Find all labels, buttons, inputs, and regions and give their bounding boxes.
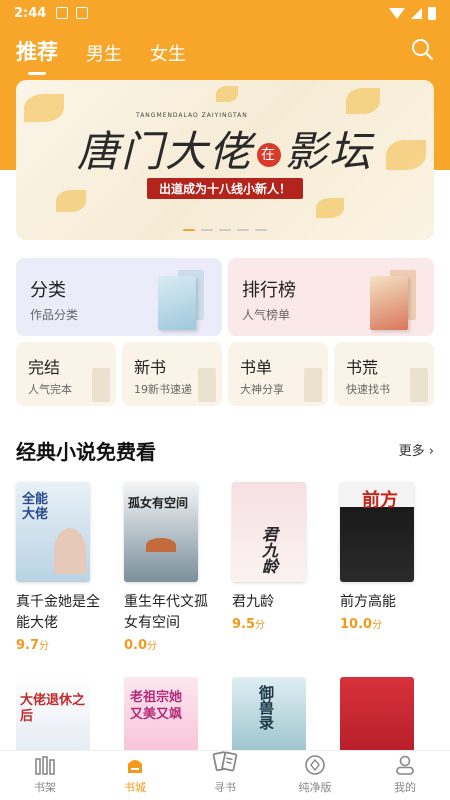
- new-books-card[interactable]: 新书 19新书速递: [122, 342, 222, 406]
- book-card[interactable]: 全能大佬 真千金她是全能大佬 9.7分: [16, 482, 100, 653]
- nav-find-book[interactable]: 寻书: [180, 751, 270, 800]
- top-tabs: 推荐 男生 女生: [16, 32, 186, 66]
- score-unit: 分: [255, 620, 266, 631]
- nav-label: 书城: [124, 781, 146, 794]
- book-cover[interactable]: 老祖宗她又美又飒: [124, 677, 198, 751]
- book-illustration: [158, 276, 196, 330]
- book-title: 重生年代文孤女有空间: [124, 594, 208, 631]
- book-cover[interactable]: 御兽录: [232, 677, 306, 751]
- nav-label: 书架: [34, 781, 56, 794]
- score-value: 10.0: [340, 617, 373, 632]
- ginkgo-leaf-decoration: [56, 190, 86, 212]
- more-label: 更多: [398, 444, 425, 459]
- book-shortage-card[interactable]: 书荒 快速找书: [334, 342, 434, 406]
- find-book-icon: [212, 751, 238, 772]
- finished-card[interactable]: 完结 人气完本: [16, 342, 116, 406]
- book-cover: 君九龄: [232, 482, 306, 582]
- card-decoration: [92, 368, 110, 402]
- book-title: 君九龄: [232, 594, 274, 610]
- profile-icon: [396, 755, 414, 775]
- book-card[interactable]: 君九龄 君九龄 9.5分: [232, 482, 308, 632]
- nav-bookstore[interactable]: 书城: [90, 751, 180, 800]
- nav-bookshelf[interactable]: 书架: [0, 751, 90, 800]
- search-icon[interactable]: [410, 37, 434, 61]
- cover-umbrella: [146, 538, 176, 552]
- tab-male[interactable]: 男生: [86, 40, 122, 66]
- banner-title-part2: 影坛: [285, 127, 374, 176]
- pagination-dot[interactable]: [219, 229, 231, 231]
- card-decoration: [410, 368, 428, 402]
- bookstore-icon: [128, 760, 142, 773]
- book-cover: 前方: [340, 482, 414, 582]
- book-score: 0.0分: [124, 637, 200, 653]
- pagination-dot[interactable]: [201, 229, 213, 231]
- book-card[interactable]: 前方 前方高能 10.0分: [340, 482, 416, 632]
- card-decoration: [304, 368, 322, 402]
- chevron-right-icon: ›: [428, 444, 434, 459]
- pagination-dot[interactable]: [237, 229, 249, 231]
- book-score: 10.0分: [340, 616, 416, 632]
- book-cover: 全能大佬: [16, 482, 90, 582]
- banner-title: 唐门大佬在影坛: [16, 118, 434, 179]
- banner-title-mark: 在: [257, 143, 281, 167]
- bottom-navigation: 书架 书城 寻书 纯净版 我的: [0, 750, 450, 800]
- booklist-card[interactable]: 书单 大神分享: [228, 342, 328, 406]
- nav-label: 纯净版: [298, 781, 332, 794]
- book-cover: 孤女有空间: [124, 482, 198, 582]
- battery-icon: [428, 6, 436, 20]
- cover-title: 前方: [362, 490, 398, 511]
- banner-pagination: [183, 229, 267, 231]
- banner-title-part1: 唐门大佬: [76, 127, 253, 176]
- book-title: 前方高能: [340, 594, 396, 610]
- banner-subtitle: 出道成为十八线小新人！: [146, 178, 304, 199]
- section-title: 经典小说免费看: [16, 440, 156, 464]
- book-card[interactable]: 孤女有空间 重生年代文孤女有空间 0.0分: [124, 482, 208, 653]
- nav-label: 我的: [394, 781, 416, 794]
- promo-banner[interactable]: TANGMENDALAO ZAIYINGTAN 唐门大佬在影坛 出道成为十八线小…: [16, 80, 434, 240]
- score-unit: 分: [39, 641, 50, 652]
- score-value: 9.5: [232, 617, 256, 632]
- cover-title: 老祖宗她又美又飒: [130, 690, 183, 722]
- tab-recommend[interactable]: 推荐: [16, 36, 58, 66]
- card-decoration: [198, 368, 216, 402]
- cover-title: 孤女有空间: [128, 496, 189, 510]
- ranking-card[interactable]: 排行榜 人气榜单: [228, 258, 434, 336]
- book-cover[interactable]: [340, 677, 414, 751]
- status-indicators: [389, 6, 436, 20]
- cover-title: 御兽录: [257, 685, 275, 730]
- score-value: 0.0: [124, 638, 148, 653]
- cover-title: 大佬退休之后: [20, 693, 86, 724]
- score-unit: 分: [372, 620, 383, 631]
- status-time: 2:44: [14, 5, 47, 21]
- nav-profile[interactable]: 我的: [360, 751, 450, 800]
- ginkgo-leaf-decoration: [316, 198, 344, 218]
- book-illustration: [370, 276, 408, 330]
- cover-title: 君九龄: [259, 526, 278, 574]
- cover-figure: [54, 528, 86, 574]
- signal-icon: [411, 7, 422, 19]
- nav-pure-version[interactable]: 纯净版: [270, 751, 360, 800]
- wifi-icon: [389, 7, 405, 19]
- ginkgo-leaf-decoration: [346, 88, 380, 114]
- font-notification-icon: [76, 7, 89, 19]
- book-score: 9.5分: [232, 616, 308, 632]
- pagination-dot[interactable]: [255, 229, 267, 231]
- book-score: 9.7分: [16, 637, 92, 653]
- cover-title: 全能大佬: [22, 492, 49, 522]
- tab-female[interactable]: 女生: [150, 40, 186, 66]
- more-link[interactable]: 更多 ›: [399, 440, 434, 459]
- category-card[interactable]: 分类 作品分类: [16, 258, 222, 336]
- status-bar: 2:44: [0, 0, 450, 26]
- book-title: 真千金她是全能大佬: [16, 594, 100, 631]
- score-value: 9.7: [16, 638, 40, 653]
- gallery-notification-icon: [56, 7, 69, 19]
- bookshelf-icon: [35, 756, 55, 775]
- score-unit: 分: [147, 641, 158, 652]
- book-cover[interactable]: 大佬退休之后: [16, 677, 90, 751]
- ginkgo-leaf-decoration: [216, 86, 238, 102]
- nav-label: 寻书: [214, 781, 236, 794]
- pure-version-icon: [305, 755, 325, 775]
- pagination-dot[interactable]: [183, 229, 195, 231]
